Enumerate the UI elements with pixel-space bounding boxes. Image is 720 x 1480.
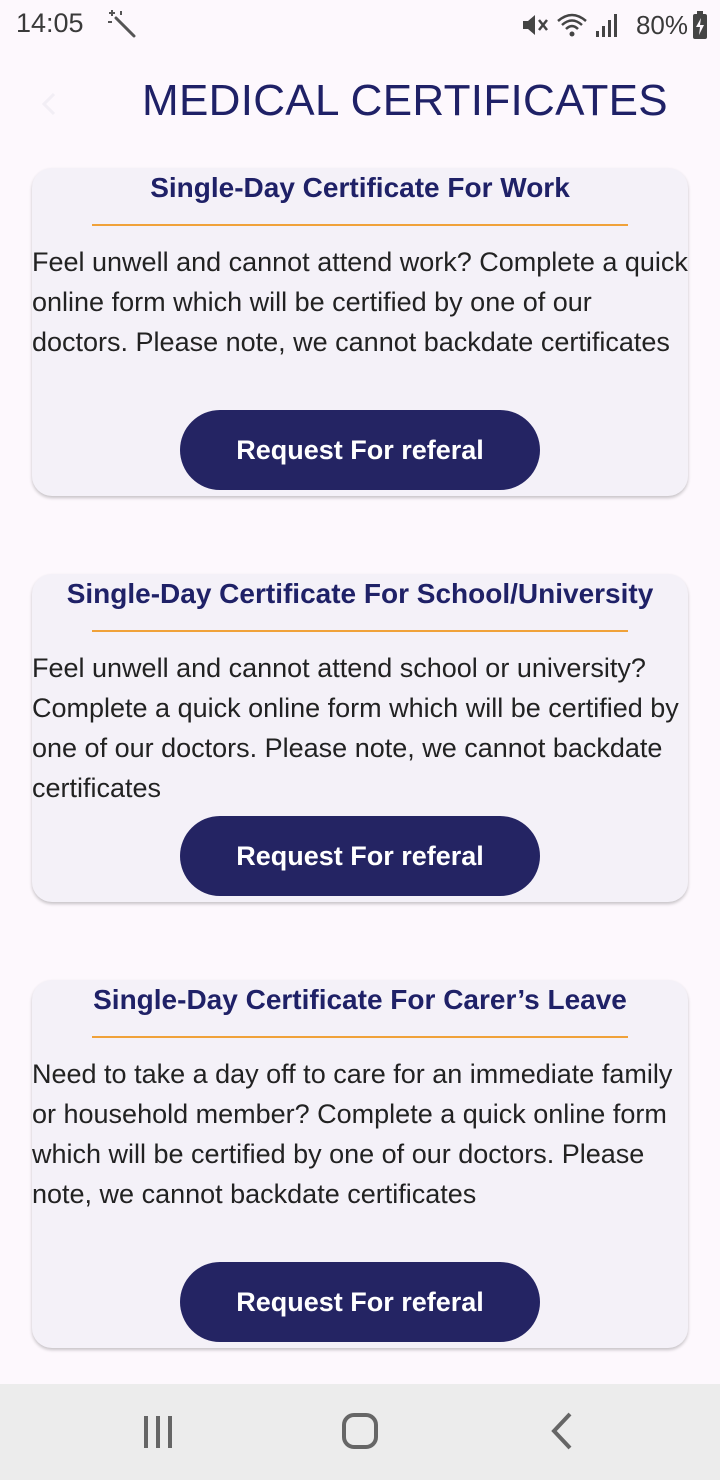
system-nav-bar [0, 1384, 720, 1480]
mute-icon [520, 10, 550, 40]
card-description: Need to take a day off to care for an im… [32, 1059, 673, 1209]
card-title: Single-Day Certificate For Work [150, 172, 570, 203]
wifi-icon [556, 10, 588, 40]
card-title: Single-Day Certificate For Carer’s Leave [93, 984, 627, 1015]
battery-charging-icon [692, 10, 708, 40]
card-description: Feel unwell and cannot attend school or … [32, 653, 679, 803]
certificate-card-carers-leave: Single-Day Certificate For Carer’s Leave… [32, 980, 688, 1348]
page-title: MEDICAL CERTIFICATES [142, 76, 668, 125]
card-divider [92, 224, 628, 226]
status-bar: 14:05 80% [0, 0, 720, 52]
request-referral-button[interactable]: Request For referal [180, 410, 540, 490]
back-arrow-icon[interactable] [30, 84, 70, 124]
card-title: Single-Day Certificate For School/Univer… [66, 578, 654, 609]
card-divider [92, 1036, 628, 1038]
request-referral-button[interactable]: Request For referal [180, 816, 540, 896]
recent-apps-icon[interactable] [134, 1410, 182, 1454]
request-referral-button[interactable]: Request For referal [180, 1262, 540, 1342]
battery-percentage: 80% [635, 9, 688, 40]
certificate-card-work: Single-Day Certificate For Work Feel unw… [32, 168, 688, 496]
back-icon[interactable] [538, 1410, 586, 1454]
home-icon[interactable] [336, 1410, 384, 1454]
card-divider [92, 630, 628, 632]
status-time: 14:05 [16, 8, 84, 38]
card-description: Feel unwell and cannot attend work? Comp… [32, 247, 688, 357]
signal-icon [594, 11, 620, 39]
magic-wand-icon [106, 8, 138, 40]
app-bar: MEDICAL CERTIFICATES [0, 72, 720, 136]
certificate-card-school: Single-Day Certificate For School/Univer… [32, 574, 688, 902]
status-icons: 80% [520, 8, 708, 42]
